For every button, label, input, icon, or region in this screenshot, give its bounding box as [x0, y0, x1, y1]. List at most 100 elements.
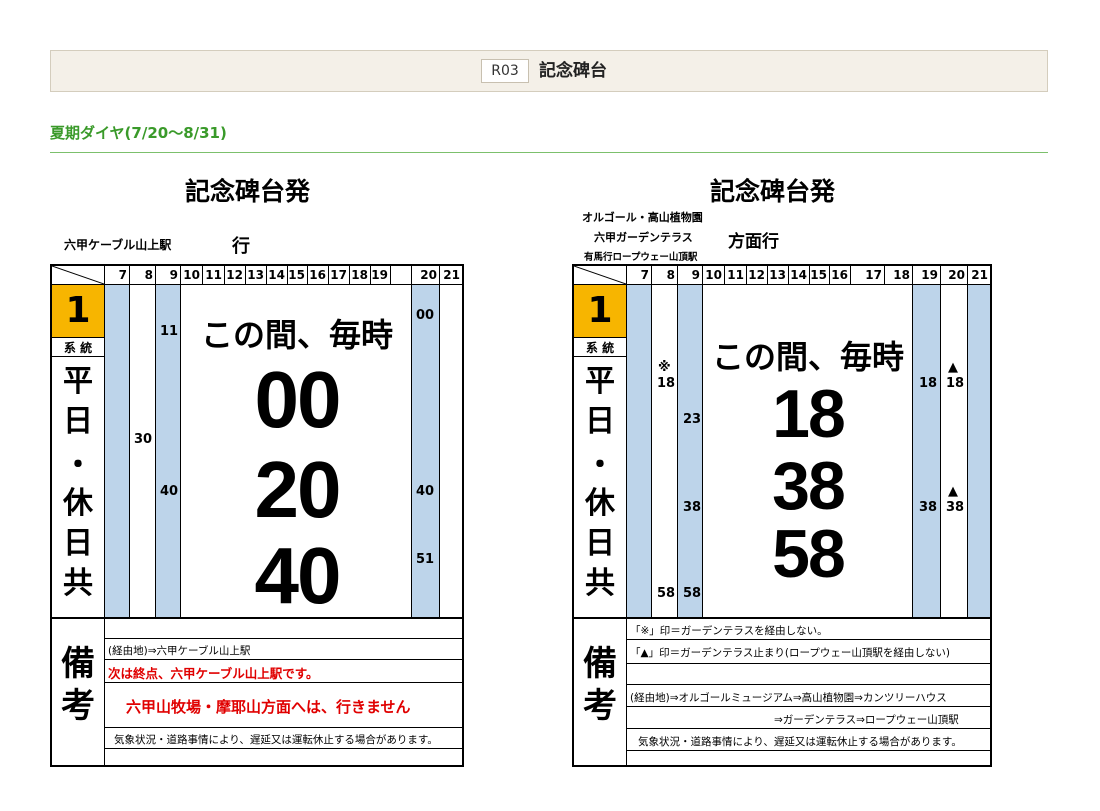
minute-mark: ▲ — [948, 484, 958, 499]
minute-entry: 18 — [657, 376, 676, 391]
hour-label: 15 — [810, 268, 827, 282]
season-label: 夏期ダイヤ(7/20〜8/31) — [50, 124, 227, 142]
day-type-char: 共 — [585, 566, 615, 601]
hour-label: 15 — [288, 268, 305, 282]
remark-line: 六甲山牧場・摩耶山方面へは、行きません — [126, 698, 411, 716]
hour-label: 18 — [351, 268, 368, 282]
remark-line: 「▲」印＝ガーデンテラス止まり(ロープウェー山頂駅を経由しない) — [630, 647, 950, 659]
stop-name: 記念碑台 — [539, 61, 607, 81]
day-type-char: ・ — [63, 448, 93, 483]
remark-line: 気象状況・道路事情により、遅延又は運転休止する場合があります。 — [638, 736, 962, 748]
minute-big: 00 — [254, 355, 342, 444]
hour-label: 9 — [691, 268, 700, 282]
hour-label: 19 — [921, 268, 938, 282]
hour-label: 12 — [226, 268, 243, 282]
minute-entry: 00 — [416, 308, 435, 323]
hour-label: 17 — [330, 268, 347, 282]
hour-label: 8 — [144, 268, 153, 282]
every-hour-label: この間、毎時 — [711, 338, 904, 376]
hour-label: 7 — [640, 268, 649, 282]
hour-label: 21 — [971, 268, 988, 282]
hour-label: 14 — [268, 268, 285, 282]
day-type-char: 休 — [585, 486, 615, 521]
minute-mark: ※ — [658, 360, 671, 375]
hour-label: 14 — [790, 268, 807, 282]
hour-label: 20 — [420, 268, 437, 282]
minute-entry: 51 — [416, 552, 435, 567]
timetable-title: 記念碑台発 — [710, 177, 836, 206]
minute-entry: 38 — [946, 500, 965, 515]
day-type-char: 休 — [63, 486, 93, 521]
minute-entry: 30 — [134, 432, 153, 447]
remarks-char: 考 — [583, 686, 617, 726]
hour-label: 10 — [183, 268, 200, 282]
minute-big: 38 — [772, 448, 846, 524]
hour-label: 20 — [948, 268, 965, 282]
destination: 六甲ガーデンテラス — [594, 231, 693, 244]
day-type-char: 日 — [585, 526, 615, 561]
hour-label: 19 — [371, 268, 388, 282]
day-type-char: 平 — [585, 364, 615, 399]
remark-line: (経由地)⇒オルゴールミュージアム⇒高山植物園⇒カンツリーハウス — [630, 692, 947, 704]
hour-label: 9 — [169, 268, 178, 282]
minute-entry: 38 — [683, 500, 702, 515]
remark-line: ⇒ガーデンテラス⇒ロープウェー山頂駅 — [774, 714, 959, 726]
minute-entry: 40 — [160, 484, 179, 499]
route-number: 1 — [574, 285, 626, 337]
hour-label: 8 — [666, 268, 675, 282]
destination-suffix: 行 — [232, 236, 250, 257]
remark-line: 次は終点、六甲ケーブル山上駅です。 — [108, 666, 319, 681]
route-number: 1 — [52, 285, 104, 337]
destination: 六甲ケーブル山上駅 — [64, 238, 172, 252]
destination: 有馬行ロープウェー山頂駅 — [584, 252, 698, 263]
remark-line: (経由地)⇒六甲ケーブル山上駅 — [108, 645, 251, 657]
hour-label: 7 — [118, 268, 127, 282]
hour-label: 17 — [865, 268, 882, 282]
divider — [50, 152, 1048, 153]
hour-label: 16 — [309, 268, 326, 282]
corner-diagonal — [52, 266, 104, 284]
hour-label: 11 — [205, 268, 222, 282]
minute-big: 40 — [254, 531, 342, 620]
hour-label: 16 — [831, 268, 848, 282]
minute-entry: 58 — [683, 586, 702, 601]
minute-entry: 18 — [919, 376, 938, 391]
minute-entry: 38 — [919, 500, 938, 515]
remarks-char: 考 — [61, 686, 95, 726]
hour-label: 12 — [748, 268, 765, 282]
day-type-char: 日 — [63, 526, 93, 561]
timetable-title: 記念碑台発 — [185, 177, 311, 206]
stop-code-badge: R03 — [481, 59, 529, 83]
minute-big: 18 — [772, 376, 846, 452]
minute-entry: 18 — [946, 376, 965, 391]
destination: オルゴール・高山植物園 — [582, 211, 703, 224]
hour-label: 18 — [893, 268, 910, 282]
minute-big: 20 — [254, 445, 342, 534]
route-label: 系 統 — [63, 341, 93, 355]
route-label: 系 統 — [585, 341, 615, 355]
remark-line: 「※」印＝ガーデンテラスを経由しない。 — [630, 625, 828, 637]
day-type-char: ・ — [585, 448, 615, 483]
minute-entry: 11 — [160, 324, 179, 339]
day-type-char: 日 — [585, 404, 615, 439]
hour-label: 10 — [705, 268, 722, 282]
stop-header: R03 記念碑台 — [50, 50, 1048, 92]
corner-diagonal — [574, 266, 626, 284]
every-hour-label: この間、毎時 — [200, 316, 393, 354]
remarks-char: 備 — [61, 644, 95, 684]
minute-big: 58 — [772, 516, 846, 592]
destination-suffix: 方面行 — [728, 232, 779, 252]
hour-label: 21 — [443, 268, 460, 282]
minute-entry: 58 — [657, 586, 676, 601]
timetable-grid: 7 8 9 10 11 12 13 14 15 16 17 18 19 20 2… — [50, 264, 464, 767]
timetable-grid: 7 8 9 10 11 12 13 14 15 16 17 18 19 20 2… — [572, 264, 992, 767]
minute-mark: ▲ — [948, 360, 958, 375]
hour-label: 13 — [769, 268, 786, 282]
minute-entry: 40 — [416, 484, 435, 499]
day-type-char: 日 — [63, 404, 93, 439]
remarks-char: 備 — [583, 644, 617, 684]
minute-entry: 23 — [683, 412, 702, 427]
hour-label: 11 — [727, 268, 744, 282]
day-type-char: 平 — [63, 364, 93, 399]
remark-line: 気象状況・道路事情により、遅延又は運転休止する場合があります。 — [114, 734, 438, 746]
